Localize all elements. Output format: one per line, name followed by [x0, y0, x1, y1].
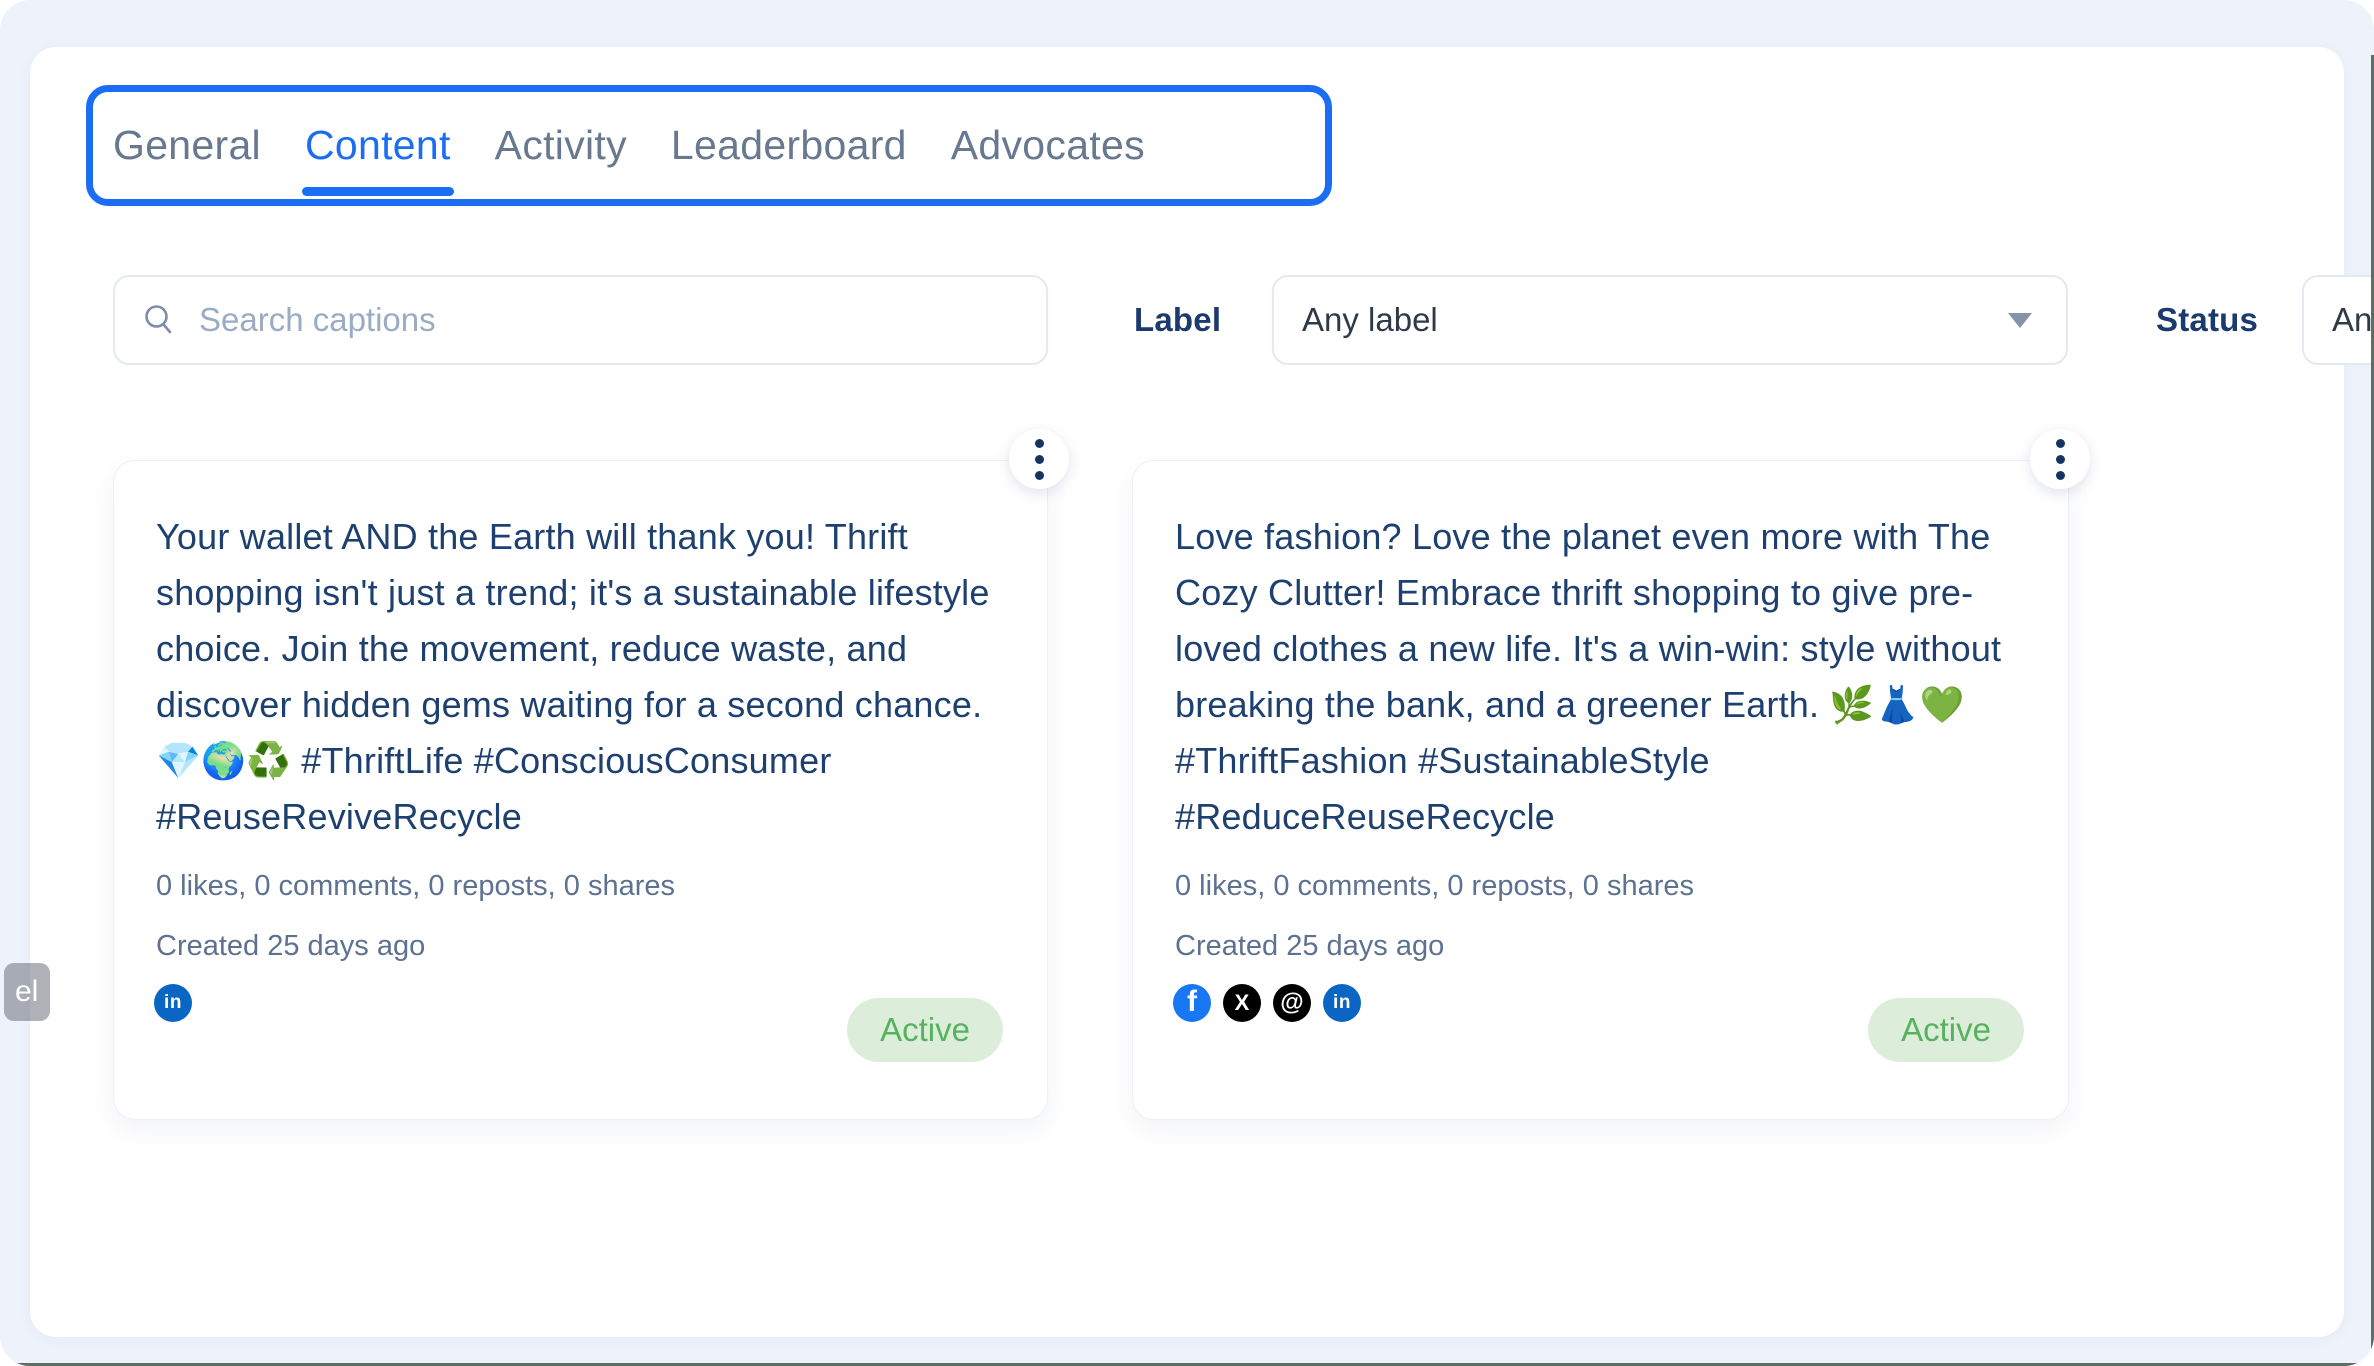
threads-icon: @: [1273, 984, 1311, 1022]
chevron-down-icon: [2008, 313, 2032, 328]
search-icon: [141, 302, 177, 338]
active-tab-underline: [302, 187, 454, 196]
kebab-icon: [1035, 439, 1044, 480]
label-filter-value: Any label: [1302, 301, 1438, 339]
linkedin-icon: in: [154, 984, 192, 1022]
tab-leaderboard[interactable]: Leaderboard: [671, 92, 907, 199]
tab-content-label: Content: [305, 122, 451, 169]
kebab-icon: [2056, 439, 2065, 480]
post-created: Created 25 days ago: [156, 930, 1047, 963]
post-created: Created 25 days ago: [1175, 930, 2068, 963]
post-card-1: Your wallet AND the Earth will thank you…: [113, 460, 1048, 1120]
tab-leaderboard-label: Leaderboard: [671, 122, 907, 169]
tabs-bar: General Content Activity Leaderboard Adv…: [86, 85, 1332, 206]
post-card-2: Love fashion? Love the planet even more …: [1132, 460, 2069, 1120]
tab-general[interactable]: General: [113, 92, 261, 199]
post-stats: 0 likes, 0 comments, 0 reposts, 0 shares: [1175, 870, 2068, 903]
tab-advocates-label: Advocates: [951, 122, 1145, 169]
status-filter-label: Status: [2156, 275, 2258, 365]
main-panel: General Content Activity Leaderboard Adv…: [30, 47, 2344, 1337]
label-filter-select[interactable]: Any label: [1272, 275, 2068, 365]
tab-content[interactable]: Content: [305, 92, 451, 199]
screen: General Content Activity Leaderboard Adv…: [0, 0, 2374, 1366]
x-icon: X: [1223, 984, 1261, 1022]
post-stats: 0 likes, 0 comments, 0 reposts, 0 shares: [156, 870, 1047, 903]
search-input[interactable]: [199, 277, 1046, 363]
search-captions-box: [113, 275, 1048, 365]
status-badge: Active: [847, 998, 1003, 1062]
status-badge: Active: [1868, 998, 2024, 1062]
label-filter-label: Label: [1134, 275, 1221, 365]
linkedin-icon: in: [1323, 984, 1361, 1022]
post-caption: Your wallet AND the Earth will thank you…: [156, 509, 1007, 845]
clipped-tooltip: el: [4, 963, 50, 1021]
card-2-menu-button[interactable]: [2030, 429, 2090, 489]
tab-advocates[interactable]: Advocates: [951, 92, 1145, 199]
post-caption: Love fashion? Love the planet even more …: [1175, 509, 2028, 845]
tab-activity[interactable]: Activity: [495, 92, 627, 199]
status-filter-select[interactable]: Any: [2302, 275, 2374, 365]
status-filter-value: Any: [2332, 301, 2374, 339]
tab-activity-label: Activity: [495, 122, 627, 169]
card-1-menu-button[interactable]: [1009, 429, 1069, 489]
tab-general-label: General: [113, 122, 261, 169]
facebook-icon: f: [1173, 984, 1211, 1022]
